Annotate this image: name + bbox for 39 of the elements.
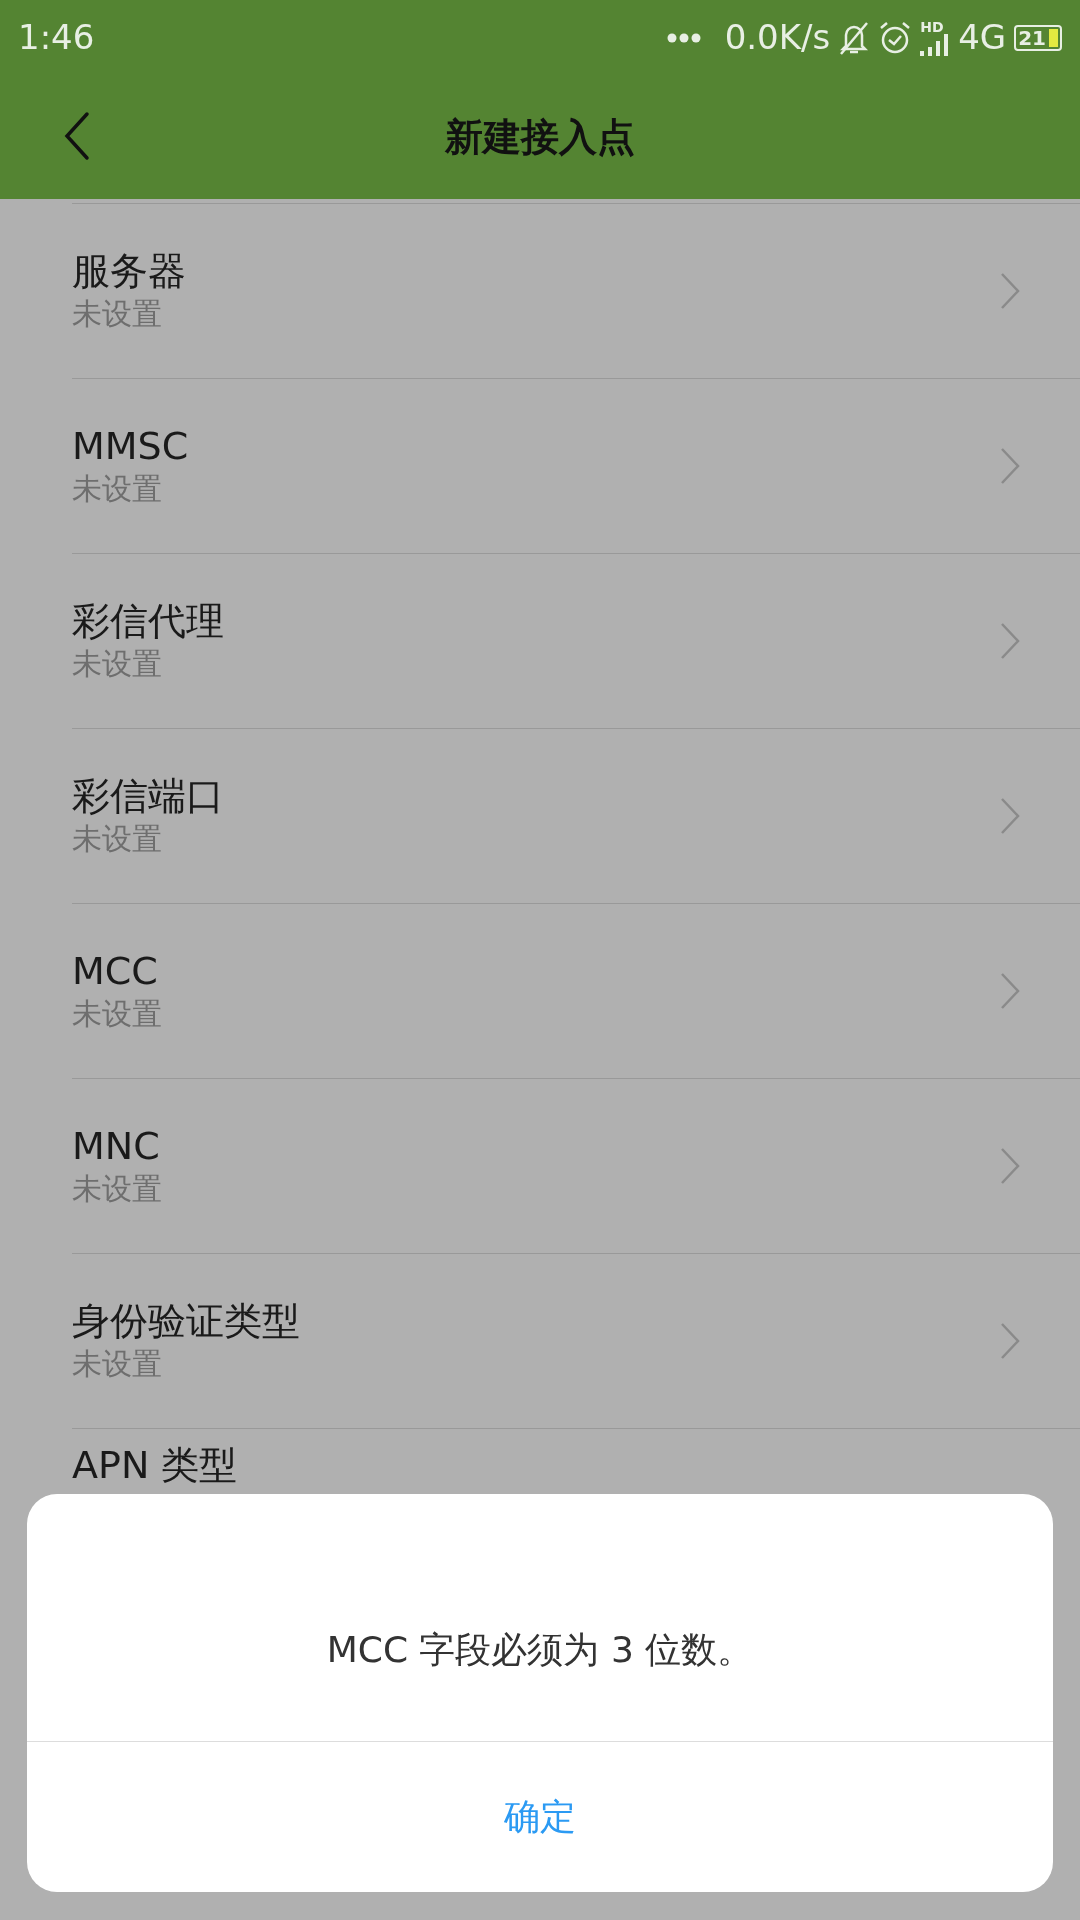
chevron-right-icon <box>1000 1322 1020 1360</box>
chevron-right-icon <box>1000 272 1020 310</box>
settings-row[interactable]: MCC 未设置 <box>72 903 1080 1078</box>
setting-value: 未设置 <box>72 645 163 684</box>
setting-value: 未设置 <box>72 1345 163 1384</box>
setting-value: 未设置 <box>72 1170 162 1209</box>
more-dots-icon <box>666 32 701 43</box>
signal-icon <box>920 33 951 56</box>
setting-title: MMSC <box>72 423 189 470</box>
setting-title: APN 类型 <box>72 1443 238 1489</box>
settings-row[interactable]: 身份验证类型 未设置 <box>72 1253 1080 1428</box>
setting-value: 未设置 <box>72 820 163 859</box>
setting-value: 未设置 <box>72 995 162 1034</box>
hd-label: HD <box>920 19 945 34</box>
settings-row[interactable]: 彩信端口 未设置 <box>72 728 1080 903</box>
chevron-right-icon <box>1000 797 1020 835</box>
page-title: 新建接入点 <box>445 113 635 161</box>
settings-row[interactable]: MNC 未设置 <box>72 1078 1080 1253</box>
chevron-right-icon <box>1000 622 1020 660</box>
chevron-right-icon <box>1000 447 1020 485</box>
setting-value: 未设置 <box>72 470 163 509</box>
setting-title: 服务器 <box>72 248 186 295</box>
dialog-message: MCC 字段必须为 3 位数。 <box>326 1628 754 1672</box>
setting-title: MCC <box>72 948 159 995</box>
setting-title: 身份验证类型 <box>72 1298 300 1345</box>
settings-row[interactable]: MMSC 未设置 <box>72 378 1080 553</box>
status-time: 1:46 <box>18 16 95 59</box>
setting-value: 未设置 <box>72 295 163 334</box>
battery-icon: 21 <box>1014 24 1062 51</box>
network-speed: 0.0K/s <box>724 16 831 59</box>
setting-title: MNC <box>72 1123 161 1170</box>
setting-title: 彩信端口 <box>72 773 224 820</box>
settings-row[interactable]: 彩信代理 未设置 <box>72 553 1080 728</box>
back-button[interactable] <box>64 111 90 161</box>
chevron-right-icon <box>1000 972 1020 1010</box>
settings-row[interactable]: 服务器 未设置 <box>72 203 1080 378</box>
network-type: 4G <box>958 16 1007 59</box>
setting-title: 彩信代理 <box>72 598 224 645</box>
chevron-right-icon <box>1000 1147 1020 1185</box>
